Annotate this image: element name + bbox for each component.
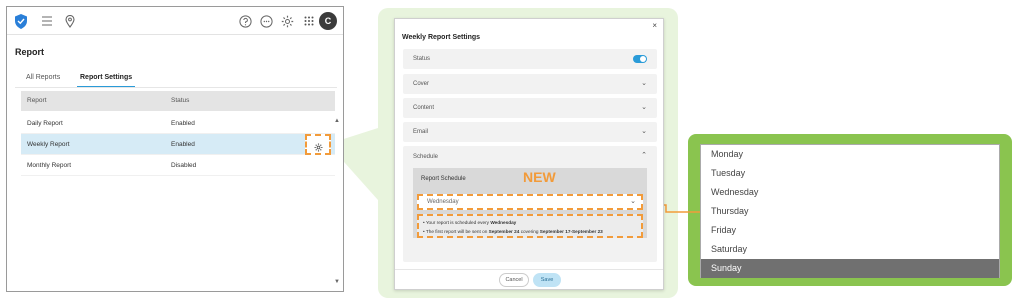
new-badge: NEW	[523, 169, 556, 185]
close-icon[interactable]: ×	[652, 21, 657, 30]
chevron-up-icon[interactable]: ⌃	[641, 151, 647, 159]
report-schedule-panel: Report Schedule NEW Wednesday ⌄ • Your r…	[413, 168, 647, 238]
schedule-note-line-2: • The first report will be sent on Septe…	[423, 229, 603, 234]
report-status: Enabled	[171, 141, 195, 148]
report-schedule-label: Report Schedule	[421, 176, 466, 182]
selected-day-value: Wednesday	[427, 199, 459, 205]
weekly-report-settings-dialog: × Weekly Report Settings Status Cover ⌄ …	[394, 18, 664, 290]
tab-all-reports[interactable]: All Reports	[23, 71, 63, 85]
shield-logo-icon[interactable]	[13, 13, 29, 29]
report-name: Weekly Report	[27, 141, 70, 148]
dialog-title: Weekly Report Settings	[402, 34, 481, 41]
avatar[interactable]: C	[319, 12, 337, 30]
dropdown-option-sunday[interactable]: Sunday	[701, 259, 999, 278]
status-toggle[interactable]	[633, 55, 647, 63]
chevron-down-icon: ⌄	[641, 128, 647, 135]
top-bar: C	[7, 7, 343, 35]
chevron-down-icon: ⌄	[641, 80, 647, 87]
save-button[interactable]: Save	[533, 273, 561, 287]
table-header: Report Status	[21, 91, 335, 111]
column-header-report[interactable]: Report	[27, 97, 47, 104]
dropdown-option-monday[interactable]: Monday	[701, 145, 999, 164]
dropdown-option-friday[interactable]: Friday	[701, 221, 999, 240]
chat-icon[interactable]	[258, 13, 274, 29]
section-cover[interactable]: Cover ⌄	[403, 74, 657, 94]
section-label: Email	[413, 129, 429, 135]
scroll-up-arrow-icon[interactable]: ▲	[334, 118, 340, 124]
dialog-footer-divider	[395, 269, 663, 270]
schedule-day-select[interactable]: Wednesday ⌄	[417, 194, 643, 210]
chevron-down-icon: ⌄	[641, 104, 647, 111]
scroll-down-arrow-icon[interactable]: ▼	[334, 279, 340, 285]
report-status: Enabled	[171, 120, 195, 127]
tab-report-settings[interactable]: Report Settings	[77, 71, 136, 87]
location-pin-icon[interactable]	[62, 13, 78, 29]
app-window: C Report All Reports Report Settings Rep…	[6, 6, 344, 292]
help-icon[interactable]	[237, 13, 253, 29]
table-row-selected[interactable]: Weekly Report Enabled	[21, 134, 335, 155]
section-status: Status	[403, 49, 657, 69]
section-label: Cover	[413, 81, 430, 87]
section-email[interactable]: Email ⌄	[403, 122, 657, 142]
report-status: Disabled	[171, 162, 197, 169]
tab-underline-divider	[15, 87, 337, 88]
report-name: Daily Report	[27, 120, 63, 127]
section-label[interactable]: Schedule	[413, 154, 438, 160]
hamburger-menu-icon[interactable]	[39, 13, 55, 29]
gear-icon	[314, 143, 323, 154]
dropdown-option-tuesday[interactable]: Tuesday	[701, 164, 999, 183]
screenshot-root: C Report All Reports Report Settings Rep…	[0, 0, 1020, 298]
table-row[interactable]: Monthly Report Disabled	[21, 155, 335, 176]
column-header-status[interactable]: Status	[171, 97, 189, 104]
section-content[interactable]: Content ⌄	[403, 98, 657, 118]
section-schedule: Schedule ⌃ Report Schedule NEW Wednesday…	[403, 146, 657, 262]
apps-grid-icon[interactable]	[301, 13, 317, 29]
table-row[interactable]: Daily Report Enabled	[21, 113, 335, 134]
chevron-down-icon: ⌄	[630, 198, 636, 205]
gear-icon[interactable]	[279, 13, 295, 29]
cancel-button[interactable]: Cancel	[499, 273, 529, 287]
page-title: Report	[15, 47, 44, 57]
report-table: Report Status Daily Report Enabled Weekl…	[21, 91, 340, 287]
dropdown-option-thursday[interactable]: Thursday	[701, 202, 999, 221]
day-dropdown-list: Monday Tuesday Wednesday Thursday Friday…	[700, 144, 1000, 278]
report-name: Monthly Report	[27, 162, 72, 169]
schedule-notes: • Your report is scheduled every Wednesd…	[417, 214, 643, 238]
section-label: Content	[413, 105, 435, 111]
dropdown-option-wednesday[interactable]: Wednesday	[701, 183, 999, 202]
section-label: Status	[413, 56, 431, 62]
schedule-note-line-1: • Your report is scheduled every Wednesd…	[423, 220, 517, 225]
row-settings-button[interactable]	[305, 134, 331, 155]
dropdown-option-saturday[interactable]: Saturday	[701, 240, 999, 259]
tab-bar: All Reports Report Settings	[15, 71, 337, 89]
